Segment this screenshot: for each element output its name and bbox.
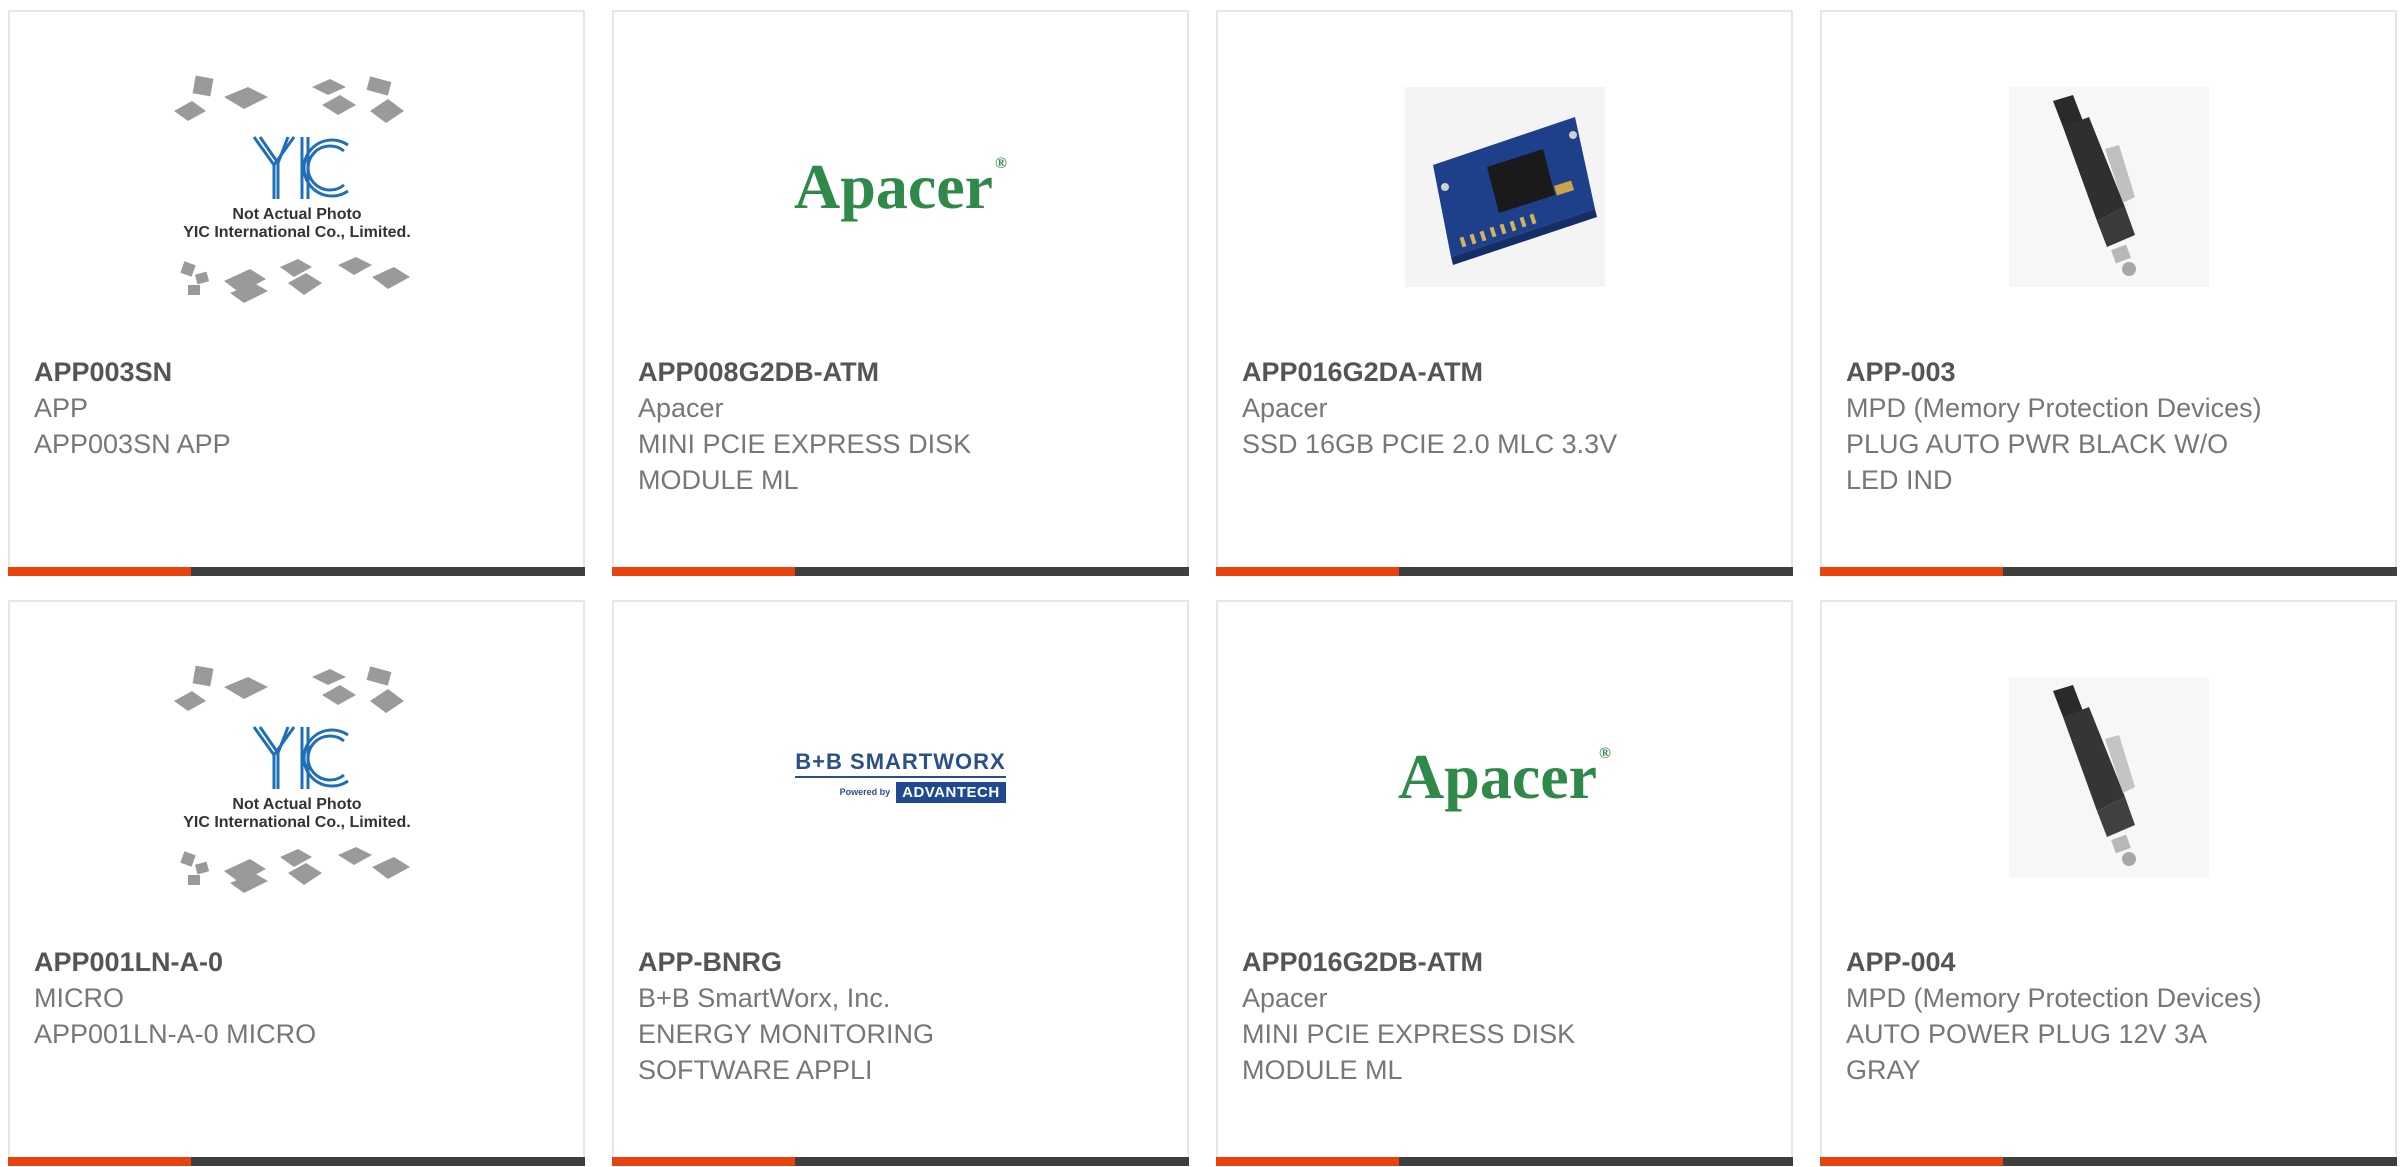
card-bottom-bar [1820, 567, 2397, 576]
image-caption-line1: Not Actual Photo [232, 796, 361, 813]
card-bottom-bar [1216, 567, 1793, 576]
ssd-module-image [1404, 87, 1605, 287]
auto-power-plug-image [2008, 677, 2209, 877]
image-caption-line2: YIC International Co., Limited. [183, 224, 411, 241]
product-card[interactable]: APP-004 MPD (Memory Protection Devices) … [1820, 600, 2397, 1166]
product-card[interactable]: Apacer ® APP016G2DB-ATM Apacer MINI PCIE … [1216, 600, 1793, 1166]
product-image[interactable] [1822, 72, 2395, 302]
bb-smartworx-logo: B+B SMARTWORX Powered by ADVANTECH [795, 749, 1006, 803]
product-grid: Not Actual Photo YIC International Co., … [0, 0, 2400, 1167]
product-card[interactable]: Not Actual Photo YIC International Co., … [8, 600, 585, 1166]
card-bottom-bar [1216, 1157, 1793, 1166]
product-image[interactable] [1822, 662, 2395, 892]
card-bottom-bar [612, 1157, 1189, 1166]
apacer-logo: Apacer ® [1398, 741, 1611, 812]
yic-placeholder-image: Not Actual Photo YIC International Co., … [173, 75, 411, 303]
part-number-link[interactable]: APP016G2DB-ATM [1242, 944, 1767, 980]
apacer-logo: Apacer ® [794, 151, 1007, 222]
product-description: PLUG AUTO PWR BLACK W/O LED IND [1846, 429, 2229, 495]
manufacturer-name: MICRO [34, 983, 124, 1013]
auto-power-plug-image [2008, 87, 2209, 287]
part-number-link[interactable]: APP-003 [1846, 354, 2371, 390]
product-description: ENERGY MONITORING SOFTWARE APPLI [638, 1019, 935, 1085]
image-caption-line1: Not Actual Photo [232, 206, 361, 223]
manufacturer-name: APP [34, 393, 89, 423]
manufacturer-name: MPD (Memory Protection Devices) [1846, 393, 2262, 423]
product-image[interactable]: Not Actual Photo YIC International Co., … [10, 72, 583, 303]
part-number-link[interactable]: APP-BNRG [638, 944, 1163, 980]
card-bottom-bar [8, 1157, 585, 1166]
product-image[interactable]: Apacer ® [614, 72, 1187, 302]
product-card[interactable]: B+B SMARTWORX Powered by ADVANTECH APP-B… [612, 600, 1189, 1166]
product-card[interactable]: APP016G2DA-ATM Apacer SSD 16GB PCIE 2.0 … [1216, 10, 1793, 576]
manufacturer-name: B+B SmartWorx, Inc. [638, 983, 891, 1013]
product-card[interactable]: Apacer ® APP008G2DB-ATM Apacer MINI PCIE … [612, 10, 1189, 576]
image-caption-line2: YIC International Co., Limited. [183, 814, 411, 831]
part-number-link[interactable]: APP001LN-A-0 [34, 944, 559, 980]
part-number-link[interactable]: APP008G2DB-ATM [638, 354, 1163, 390]
yic-placeholder-image: Not Actual Photo YIC International Co., … [173, 665, 411, 893]
manufacturer-name: Apacer [1242, 393, 1328, 423]
product-image[interactable]: Apacer ® [1218, 662, 1791, 892]
card-bottom-bar [1820, 1157, 2397, 1166]
product-description: APP001LN-A-0 MICRO [34, 1019, 317, 1049]
manufacturer-name: MPD (Memory Protection Devices) [1846, 983, 2262, 1013]
part-number-link[interactable]: APP003SN [34, 354, 559, 390]
product-card[interactable]: Not Actual Photo YIC International Co., … [8, 10, 585, 576]
manufacturer-name: Apacer [638, 393, 724, 423]
product-description: SSD 16GB PCIE 2.0 MLC 3.3V [1242, 429, 1618, 459]
product-description: APP003SN APP [34, 429, 231, 459]
product-card[interactable]: APP-003 MPD (Memory Protection Devices) … [1820, 10, 2397, 576]
product-image[interactable]: Not Actual Photo YIC International Co., … [10, 662, 583, 893]
card-bottom-bar [8, 567, 585, 576]
card-bottom-bar [612, 567, 1189, 576]
manufacturer-name: Apacer [1242, 983, 1328, 1013]
product-image[interactable] [1218, 72, 1791, 302]
product-image[interactable]: B+B SMARTWORX Powered by ADVANTECH [614, 662, 1187, 892]
product-description: AUTO POWER PLUG 12V 3A GRAY [1846, 1019, 2206, 1085]
part-number-link[interactable]: APP016G2DA-ATM [1242, 354, 1767, 390]
part-number-link[interactable]: APP-004 [1846, 944, 2371, 980]
product-description: MINI PCIE EXPRESS DISK MODULE ML [1242, 1019, 1576, 1085]
product-description: MINI PCIE EXPRESS DISK MODULE ML [638, 429, 972, 495]
